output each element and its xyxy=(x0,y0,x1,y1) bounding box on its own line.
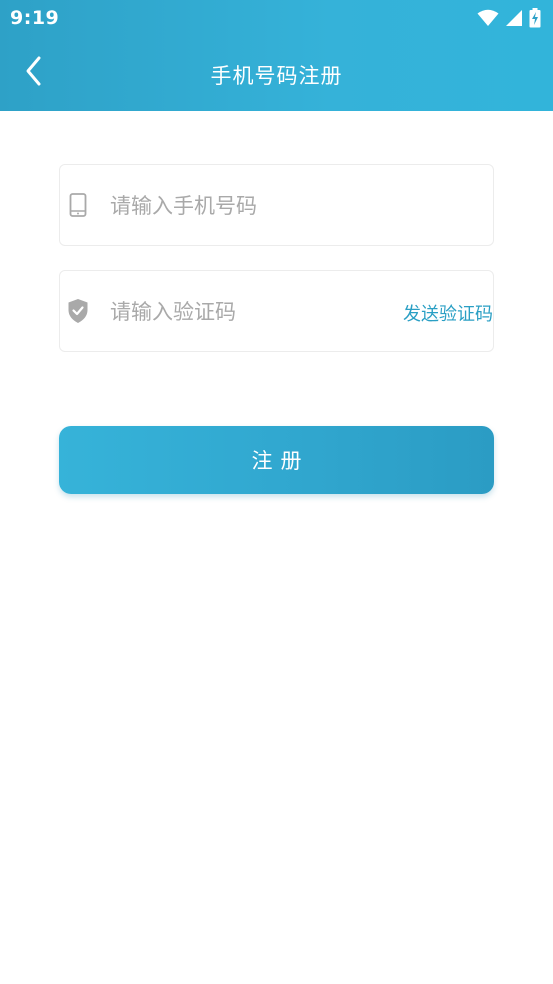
status-icons xyxy=(477,8,541,28)
shield-check-icon xyxy=(64,297,92,325)
signal-icon xyxy=(505,9,523,27)
page-title: 手机号码注册 xyxy=(210,64,343,88)
status-time: 9:19 xyxy=(10,7,60,29)
verification-code-field: 发送验证码 xyxy=(59,270,494,352)
phone-icon xyxy=(64,191,92,219)
wifi-icon xyxy=(477,9,499,27)
battery-charging-icon xyxy=(529,8,541,28)
send-code-button[interactable]: 发送验证码 xyxy=(403,300,493,326)
register-button[interactable]: 注册 xyxy=(59,426,494,494)
register-screen: 9:19 手机号码注册 请输入手机号码 请输入验证码 发送验证码 注册 xyxy=(0,0,553,984)
phone-input[interactable] xyxy=(110,187,390,225)
verification-code-input[interactable] xyxy=(110,293,390,331)
phone-field xyxy=(59,164,494,246)
app-header: 9:19 手机号码注册 xyxy=(0,0,553,111)
